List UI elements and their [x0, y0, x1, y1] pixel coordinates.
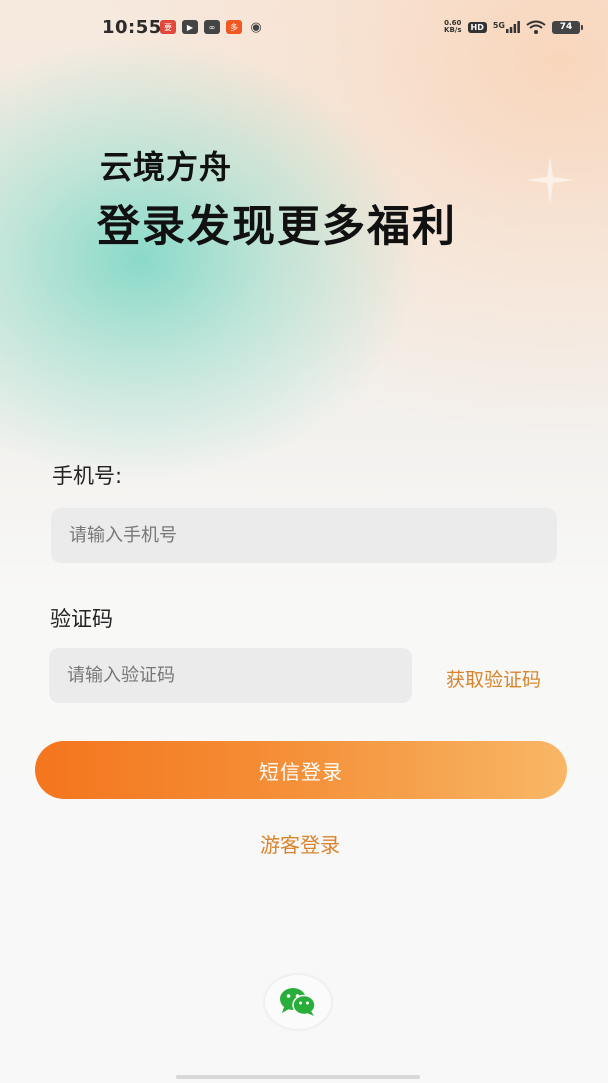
- sms-login-label: 短信登录: [259, 759, 343, 784]
- verification-code-input[interactable]: [49, 648, 412, 703]
- news-app-icon: 要: [160, 20, 176, 34]
- page-headline: 登录发现更多福利: [97, 202, 457, 252]
- notification-icons: 要 ▶ ∞ 多 ◉: [160, 19, 264, 35]
- sms-login-button[interactable]: 短信登录: [35, 741, 567, 799]
- hd-badge: HD: [467, 21, 487, 33]
- network-speed: 0.60 KB/s: [444, 20, 461, 34]
- home-indicator[interactable]: [176, 1075, 420, 1079]
- link-app-icon: ∞: [204, 20, 220, 34]
- get-code-button[interactable]: 获取验证码: [446, 665, 541, 692]
- guest-login-link[interactable]: 游客登录: [0, 829, 600, 858]
- sparkle-decoration-icon: [526, 156, 574, 204]
- app-name: 云境方舟: [100, 148, 233, 186]
- weibo-icon: ◉: [250, 19, 262, 35]
- wechat-login-button[interactable]: [265, 975, 331, 1029]
- status-bar: 10:55 要 ▶ ∞ 多 ◉ 0.60 KB/s HD 5G 74: [0, 0, 608, 56]
- phone-label: 手机号:: [52, 464, 123, 488]
- code-label: 验证码: [50, 607, 113, 631]
- battery-icon: 74: [552, 20, 583, 34]
- status-time: 10:55: [102, 17, 162, 38]
- status-right-group: 0.60 KB/s HD 5G 74: [444, 20, 583, 34]
- signal-type-label: 5G: [492, 21, 505, 30]
- shopping-app-icon: 多: [226, 20, 242, 34]
- cellular-signal-icon: 5G: [493, 21, 520, 33]
- network-speed-unit: KB/s: [444, 26, 462, 34]
- wechat-icon: [280, 988, 316, 1016]
- phone-input[interactable]: [51, 508, 557, 563]
- wifi-icon: [526, 20, 546, 34]
- video-app-icon: ▶: [182, 20, 198, 34]
